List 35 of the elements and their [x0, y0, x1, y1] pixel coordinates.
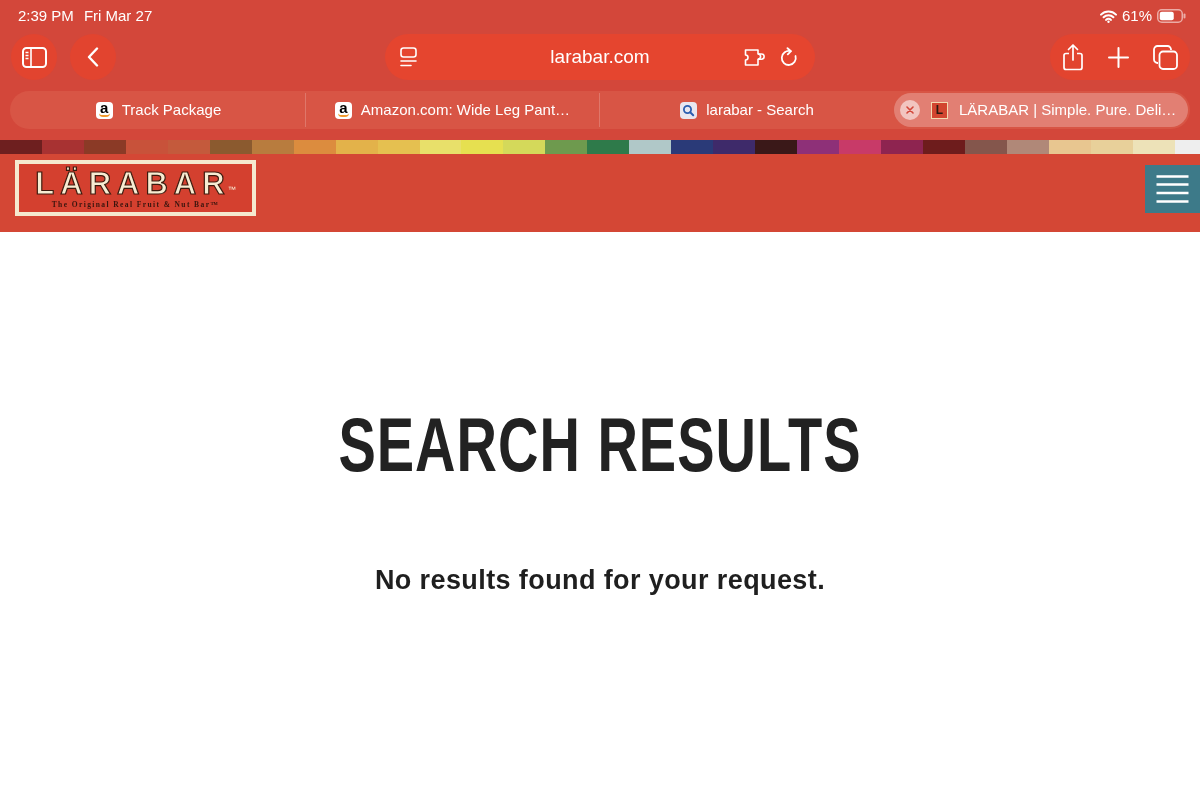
wifi-icon [1099, 9, 1117, 23]
status-time: 2:39 PM [18, 5, 74, 26]
share-icon [1062, 43, 1084, 71]
close-icon [906, 106, 914, 114]
page-heading: SEARCH RESULTS [338, 407, 862, 483]
battery-percentage: 61% [1121, 5, 1152, 26]
favicon-icon: a [95, 101, 113, 119]
status-date: Fri Mar 27 [83, 5, 153, 26]
favicon-icon: L [931, 101, 948, 119]
tab-close-button[interactable] [900, 100, 920, 120]
plus-icon [1108, 46, 1129, 68]
battery-icon [1157, 9, 1186, 23]
address-text: larabar.com [550, 44, 650, 69]
sidebar-button[interactable] [11, 34, 57, 80]
address-bar[interactable]: larabar.com [385, 34, 815, 80]
tabs-button[interactable] [1153, 44, 1178, 70]
back-icon [87, 47, 99, 67]
trademark-symbol: ™ [227, 184, 236, 195]
browser-tab[interactable]: a Amazon.com: Wide Leg Pant… [306, 93, 600, 127]
menu-icon [1156, 175, 1189, 203]
share-button[interactable] [1062, 43, 1084, 71]
back-button[interactable] [70, 34, 116, 80]
new-tab-button[interactable] [1108, 46, 1129, 68]
reload-icon[interactable] [780, 46, 799, 68]
tabs-icon [1153, 44, 1178, 70]
browser-tab[interactable]: L LÄRABAR | Simple. Pure. Deli… [894, 93, 1188, 127]
favicon-icon: a [334, 101, 352, 119]
browser-tab[interactable]: larabar - Search [600, 93, 894, 127]
favicon-icon [680, 101, 698, 119]
puzzle-icon[interactable] [744, 47, 766, 67]
menu-button[interactable] [1145, 165, 1200, 213]
no-results-message: No results found for your request. [374, 564, 826, 597]
browser-tab[interactable]: a Track Package [12, 93, 306, 127]
text-lines-icon[interactable] [400, 47, 417, 67]
sidebar-icon [21, 46, 47, 68]
